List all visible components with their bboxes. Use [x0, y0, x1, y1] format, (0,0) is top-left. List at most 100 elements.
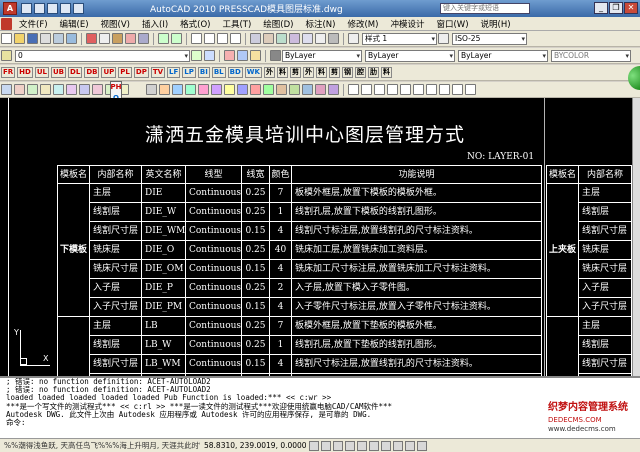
dim-style-icon[interactable] — [438, 33, 449, 44]
snap-toggle-icon[interactable] — [308, 440, 319, 451]
dim-aligned-icon[interactable] — [361, 84, 372, 95]
save-icon[interactable] — [27, 33, 38, 44]
zoom-previous-icon[interactable] — [230, 33, 241, 44]
chamfer-icon[interactable] — [302, 84, 313, 95]
layer-btn-lf[interactable]: LF — [167, 67, 181, 78]
layer-manager-icon[interactable] — [1, 50, 12, 61]
explode-icon[interactable] — [328, 84, 339, 95]
text-style-icon[interactable] — [348, 33, 359, 44]
osnap-toggle-icon[interactable] — [356, 440, 367, 451]
lwt-toggle-icon[interactable] — [404, 440, 415, 451]
restore-button[interactable]: ❐ — [609, 2, 623, 14]
offset-icon[interactable] — [185, 84, 196, 95]
dim-style-combo[interactable]: ISO-25 — [452, 32, 527, 45]
block-editor-icon[interactable] — [138, 33, 149, 44]
preview-icon[interactable] — [53, 33, 64, 44]
layer-btn-pl[interactable]: PL — [118, 67, 132, 78]
app-menu-icon[interactable] — [1, 17, 12, 30]
layer-btn-bd[interactable]: BD — [227, 67, 243, 78]
cut-icon[interactable] — [86, 33, 97, 44]
layer-btn-dl[interactable]: DL — [68, 67, 83, 78]
layer-btn-fr[interactable]: FR — [1, 67, 16, 78]
dim-edit-icon[interactable] — [465, 84, 476, 95]
menu-tools[interactable]: 工具(T) — [216, 18, 257, 30]
menu-insert[interactable]: 插入(I) — [136, 18, 174, 30]
layer-tool-icon[interactable] — [224, 50, 235, 61]
fillet-icon[interactable] — [315, 84, 326, 95]
arc-icon[interactable] — [40, 84, 51, 95]
layer-btn-cn-1[interactable]: 外 — [263, 67, 275, 78]
close-button[interactable]: ✕ — [624, 2, 638, 14]
dyn-toggle-icon[interactable] — [392, 440, 403, 451]
menu-edit[interactable]: 编辑(E) — [54, 18, 95, 30]
dim-angular-icon[interactable] — [400, 84, 411, 95]
qdim-icon[interactable] — [413, 84, 424, 95]
help-search-input[interactable]: 键入关键字或短语 — [440, 3, 530, 14]
flyout-ph[interactable]: PH — [111, 82, 122, 93]
ortho-toggle-icon[interactable] — [332, 440, 343, 451]
layer-combo[interactable]: 0 — [15, 49, 190, 62]
layer-btn-hd[interactable]: HD — [17, 67, 33, 78]
open-icon[interactable] — [14, 33, 25, 44]
otrack-toggle-icon[interactable] — [368, 440, 379, 451]
lineweight-combo[interactable]: ByLayer — [458, 49, 548, 62]
polar-toggle-icon[interactable] — [344, 440, 355, 451]
layer-btn-tv[interactable]: TV — [150, 67, 166, 78]
menu-window[interactable]: 窗口(W) — [430, 18, 474, 30]
layer-btn-cn-2[interactable]: 料 — [276, 67, 288, 78]
plot-icon[interactable] — [40, 33, 51, 44]
menu-draw[interactable]: 绘图(D) — [257, 18, 299, 30]
tool-palettes-icon[interactable] — [276, 33, 287, 44]
publish-icon[interactable] — [66, 33, 77, 44]
minimize-button[interactable]: _ — [594, 2, 608, 14]
undo-icon[interactable] — [60, 3, 71, 14]
match-properties-icon[interactable] — [125, 33, 136, 44]
dim-radius-icon[interactable] — [374, 84, 385, 95]
command-window[interactable]: ; 错误: no function definition: ACET-AUTOL… — [0, 376, 640, 438]
layer-btn-lp[interactable]: LP — [182, 67, 196, 78]
grid-toggle-icon[interactable] — [320, 440, 331, 451]
layer-btn-dp[interactable]: DP — [133, 67, 149, 78]
rotate-icon[interactable] — [211, 84, 222, 95]
layer-btn-up[interactable]: UP — [101, 67, 117, 78]
undo-icon[interactable] — [158, 33, 169, 44]
layer-btn-ub[interactable]: UB — [51, 67, 67, 78]
layer-tool-icon[interactable] — [237, 50, 248, 61]
text-style-combo[interactable]: 样式 1 — [362, 32, 437, 45]
extend-icon[interactable] — [263, 84, 274, 95]
layer-btn-cn-6[interactable]: 剪 — [328, 67, 340, 78]
layer-btn-ul[interactable]: UL — [34, 67, 49, 78]
design-center-icon[interactable] — [263, 33, 274, 44]
mirror-icon[interactable] — [172, 84, 183, 95]
vertical-scrollbar[interactable] — [632, 98, 640, 376]
layer-btn-db[interactable]: DB — [84, 67, 100, 78]
layer-btn-cn-10[interactable]: 料 — [380, 67, 392, 78]
menu-file[interactable]: 文件(F) — [13, 18, 54, 30]
make-current-icon[interactable] — [191, 50, 202, 61]
copy-icon[interactable] — [99, 33, 110, 44]
polygon-icon[interactable] — [66, 84, 77, 95]
rectangle-icon[interactable] — [53, 84, 64, 95]
move-icon[interactable] — [146, 84, 157, 95]
leader-icon[interactable] — [426, 84, 437, 95]
paste-icon[interactable] — [112, 33, 123, 44]
menu-die-design[interactable]: 冲模设计 — [384, 18, 430, 30]
redo-icon[interactable] — [171, 33, 182, 44]
polyline-icon[interactable] — [14, 84, 25, 95]
help-icon[interactable] — [328, 33, 339, 44]
ellipse-icon[interactable] — [92, 84, 103, 95]
qopen-icon[interactable] — [34, 3, 45, 14]
color-combo[interactable]: ByLayer — [282, 49, 362, 62]
qsave-icon[interactable] — [47, 3, 58, 14]
sheet-set-icon[interactable] — [289, 33, 300, 44]
new-icon[interactable] — [1, 33, 12, 44]
plotstyle-combo[interactable]: BYCOLOR — [551, 49, 631, 62]
line-icon[interactable] — [1, 84, 12, 95]
trim-icon[interactable] — [250, 84, 261, 95]
markup-icon[interactable] — [302, 33, 313, 44]
layer-tool-icon[interactable] — [250, 50, 261, 61]
break-icon[interactable] — [276, 84, 287, 95]
properties-icon[interactable] — [250, 33, 261, 44]
qp-toggle-icon[interactable] — [416, 440, 427, 451]
autocad-logo-icon[interactable]: A — [3, 2, 17, 15]
